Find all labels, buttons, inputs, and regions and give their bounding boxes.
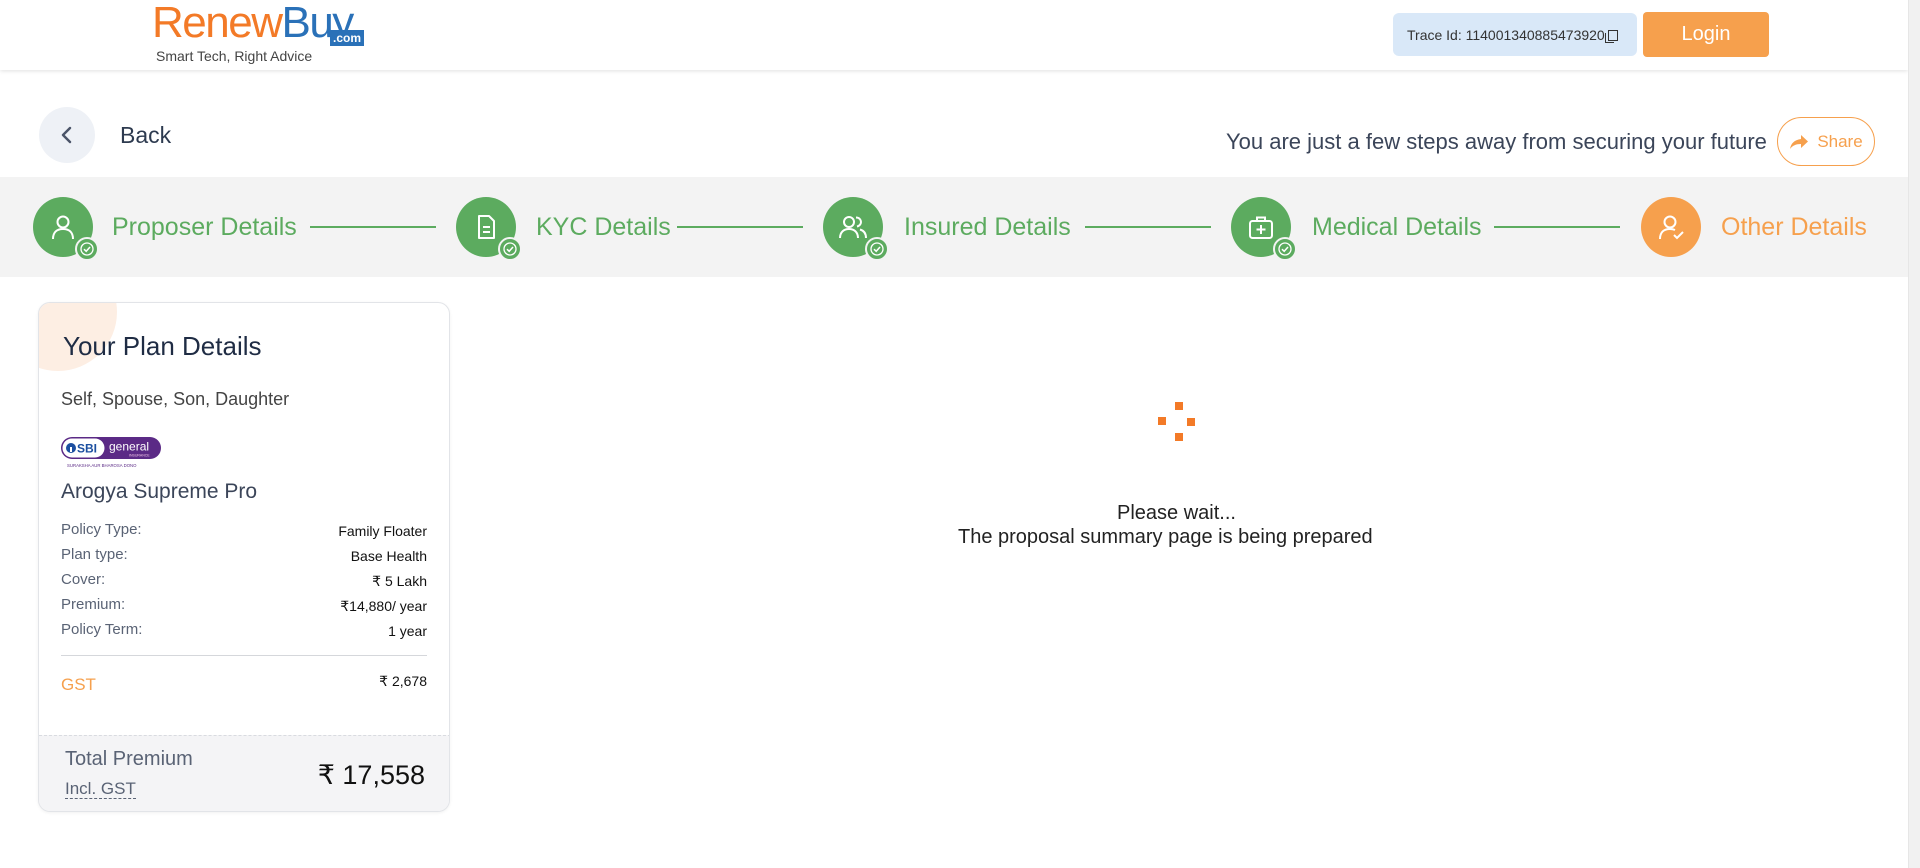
step-connector [310, 226, 436, 228]
step-medical-details[interactable] [1231, 197, 1297, 261]
step-label-other[interactable]: Other Details [1721, 213, 1867, 242]
total-premium-label: Total Premium [65, 748, 193, 770]
incl-gst-tooltip-trigger[interactable]: Incl. GST [65, 780, 136, 799]
renewbuy-logo[interactable]: RenewBuy .com Smart Tech, Right Advice [150, 0, 380, 68]
row-key: Premium: [61, 596, 126, 613]
plan-row-policy-term: Policy Term: 1 year [61, 621, 427, 641]
gst-label: GST [61, 675, 96, 694]
top-header: RenewBuy .com Smart Tech, Right Advice T… [0, 0, 1908, 70]
step-label-medical[interactable]: Medical Details [1312, 213, 1482, 242]
share-button[interactable]: Share [1777, 117, 1875, 166]
step-label-proposer[interactable]: Proposer Details [112, 213, 297, 242]
trace-id-badge[interactable]: Trace Id: 114001340885473920 [1393, 13, 1637, 56]
row-value: Base Health [350, 548, 427, 564]
logo-domain: .com [330, 30, 365, 46]
total-premium-value: ₹ 17,558 [317, 760, 425, 790]
logo-tagline: Smart Tech, Right Advice [156, 48, 313, 64]
users-icon [839, 216, 867, 239]
step-kyc-details[interactable] [456, 197, 522, 261]
svg-text:INSURANCE: INSURANCE [129, 454, 150, 458]
logo-renew-text: Renew [152, 0, 283, 47]
step-connector [677, 226, 803, 228]
row-key: Policy Type: [61, 521, 142, 538]
row-value: ₹14,880/ year [340, 598, 427, 614]
step-connector [1494, 226, 1620, 228]
divider [61, 655, 427, 656]
user-icon [52, 215, 74, 240]
login-button[interactable]: Login [1643, 12, 1769, 57]
step-insured-details[interactable] [823, 197, 889, 261]
row-value: 1 year [388, 623, 427, 639]
loading-message: The proposal summary page is being prepa… [958, 526, 1373, 548]
user-check-icon [1659, 215, 1684, 240]
row-key: Plan type: [61, 546, 128, 563]
page-scrollbar[interactable] [1908, 0, 1920, 868]
row-value: Family Floater [338, 523, 427, 539]
row-key: Cover: [61, 571, 106, 588]
document-icon [478, 215, 495, 239]
sbi-general-logo: SBI general INSURANCE SURAKSHA AUR BHARO… [61, 437, 161, 468]
row-key: Policy Term: [61, 621, 143, 638]
plan-row-plan-type: Plan type: Base Health [61, 546, 427, 566]
loading-spinner-icon [1158, 400, 1200, 446]
back-button[interactable] [39, 107, 95, 163]
back-label[interactable]: Back [120, 122, 171, 149]
total-premium-box: Total Premium Incl. GST ₹ 17,558 [39, 735, 449, 811]
check-icon [1273, 237, 1297, 261]
step-other-details[interactable] [1641, 197, 1701, 257]
chevron-left-icon [61, 126, 72, 144]
share-label: Share [1817, 131, 1863, 151]
medical-kit-icon [1249, 216, 1273, 239]
progress-tagline: You are just a few steps away from secur… [1226, 129, 1767, 154]
step-connector [1085, 226, 1211, 228]
check-icon [865, 237, 889, 261]
step-label-insured[interactable]: Insured Details [904, 213, 1071, 242]
step-label-kyc[interactable]: KYC Details [536, 213, 671, 242]
gst-value: ₹ 2,678 [379, 673, 427, 689]
plan-row-policy-type: Policy Type: Family Floater [61, 521, 427, 541]
svg-text:general: general [109, 440, 149, 454]
copy-icon[interactable] [1604, 30, 1618, 43]
check-icon [75, 237, 99, 261]
card-title: Your Plan Details [63, 331, 262, 361]
share-arrow-icon [1790, 134, 1809, 149]
svg-text:SURAKSHA AUR BHAROSA DONO: SURAKSHA AUR BHAROSA DONO [67, 463, 137, 468]
plan-row-cover: Cover: ₹ 5 Lakh [61, 571, 427, 591]
step-proposer-details[interactable] [33, 197, 99, 261]
row-value: ₹ 5 Lakh [372, 573, 427, 589]
plan-name: Arogya Supreme Pro [61, 480, 258, 503]
check-icon [498, 237, 522, 261]
svg-text:SBI: SBI [77, 442, 97, 456]
plan-row-premium: Premium: ₹14,880/ year [61, 596, 427, 616]
progress-stepper: Proposer Details KYC Details Insured Det… [0, 177, 1908, 277]
loading-title: Please wait... [1117, 502, 1236, 524]
trace-id-text: Trace Id: 114001340885473920 [1407, 26, 1605, 43]
insured-members: Self, Spouse, Son, Daughter [61, 389, 290, 409]
plan-details-card: Your Plan Details Self, Spouse, Son, Dau… [38, 302, 450, 812]
